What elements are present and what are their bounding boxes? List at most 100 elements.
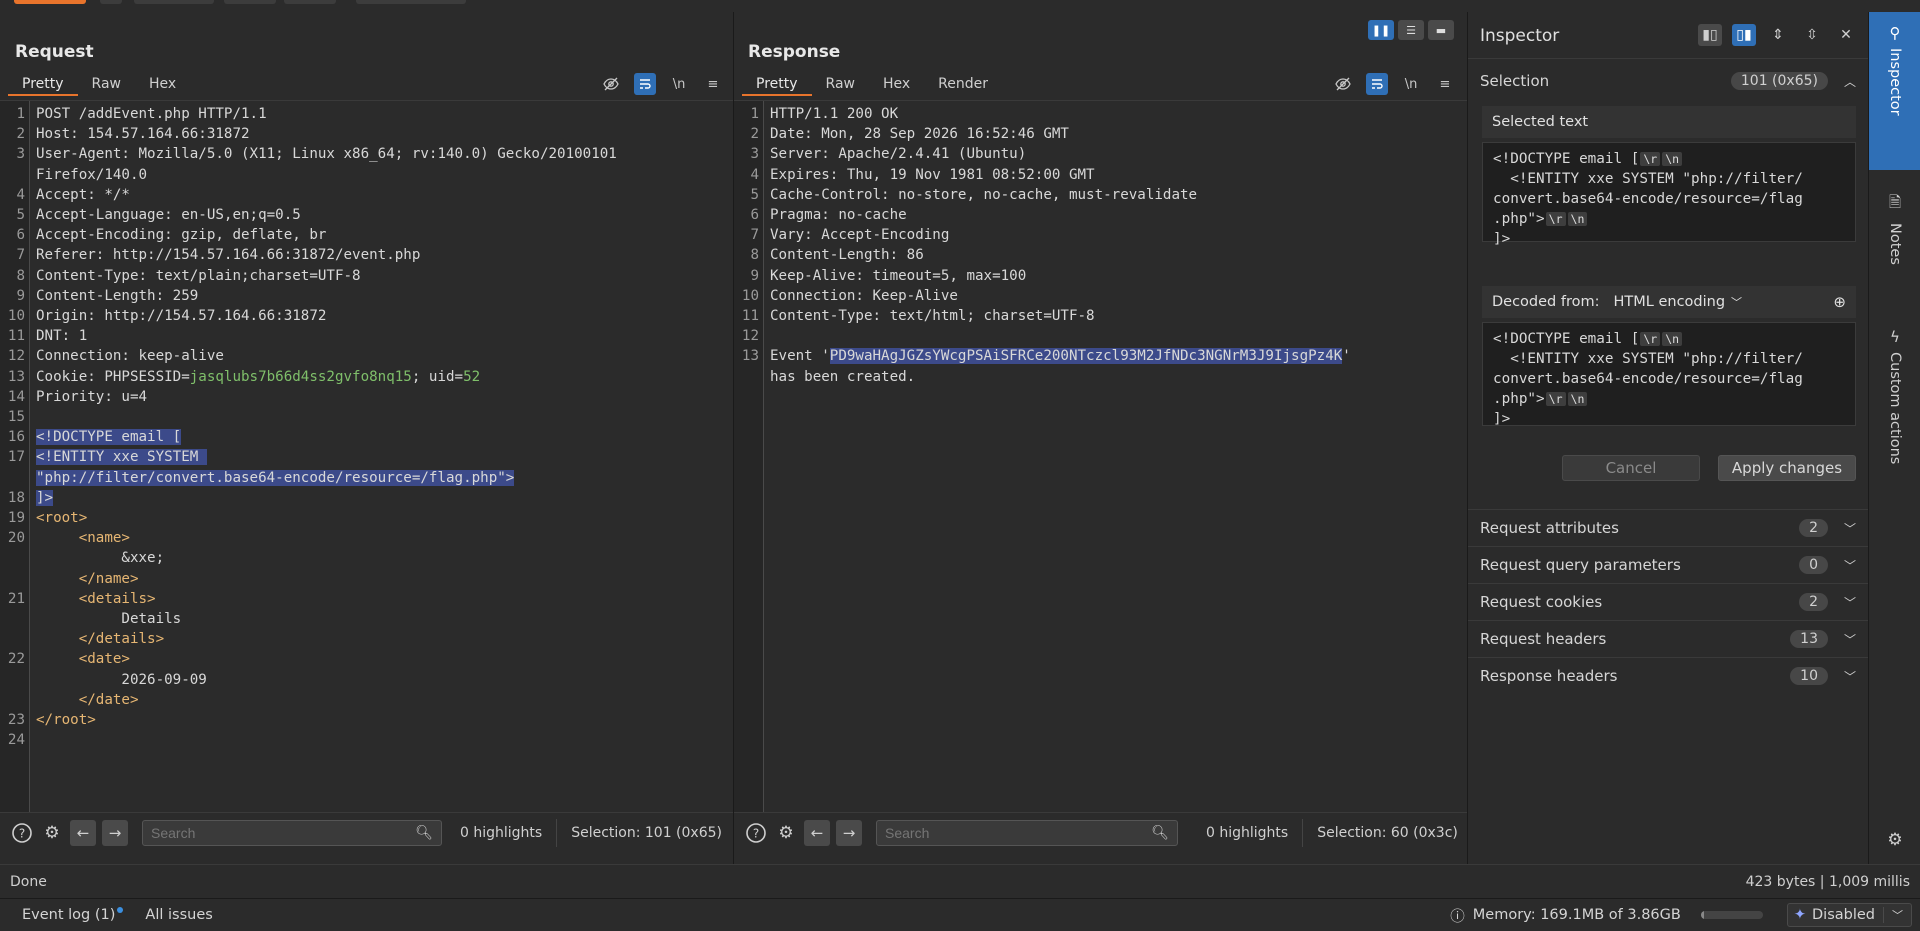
- code-token: Connection: Keep-Alive: [770, 287, 958, 304]
- inspector-section-request-headers[interactable]: Request headers 13 ﹀: [1468, 620, 1868, 657]
- hide-icon[interactable]: [600, 73, 622, 95]
- next-arrow-icon[interactable]: →: [836, 819, 862, 846]
- split-vertical-icon[interactable]: ☰: [1398, 20, 1424, 40]
- help-icon[interactable]: ?: [744, 821, 768, 845]
- newline-icon[interactable]: \n: [668, 73, 690, 95]
- response-search-input[interactable]: [885, 824, 1152, 841]
- sidebar-tab-notes[interactable]: 🗎 Notes: [1869, 192, 1920, 302]
- newline-icon[interactable]: \n: [1400, 73, 1422, 95]
- chevron-down-icon[interactable]: ﹀: [1844, 594, 1856, 611]
- chevron-down-icon[interactable]: ﹀: [1844, 668, 1856, 685]
- wrap-icon[interactable]: [634, 73, 656, 95]
- request-tab-raw[interactable]: Raw: [78, 72, 135, 96]
- previous-arrow-icon[interactable]: ←: [804, 819, 830, 846]
- code-line: 8 Content-Type: text/plain;charset=UTF-8: [0, 266, 733, 286]
- selected-text-box[interactable]: <!DOCTYPE email [\r \n <!ENTITY xxe SYSTE…: [1482, 142, 1856, 247]
- response-editor[interactable]: 1 HTTP/1.1 200 OK 2 Date: Mon, 28 Sep 2026 …: [734, 100, 1467, 812]
- ai-status-dropdown[interactable]: ✦ Disabled ﹀: [1786, 903, 1912, 927]
- code-token: ': [1342, 348, 1351, 365]
- code-token: has been created.: [770, 368, 916, 385]
- expand-all-icon[interactable]: ⇕: [1766, 24, 1790, 46]
- sidebar-tab-inspector[interactable]: ⚲ Inspector: [1869, 12, 1920, 170]
- request-tab-hex[interactable]: Hex: [135, 72, 190, 96]
- split-horizontal-icon[interactable]: ❚❚: [1368, 20, 1394, 40]
- response-tab-hex[interactable]: Hex: [869, 72, 924, 96]
- code-token: Priority: u=4: [36, 388, 148, 405]
- request-search-input[interactable]: [151, 824, 416, 841]
- chevron-down-icon[interactable]: ﹀: [1844, 631, 1856, 648]
- inspector-section-request-cookies[interactable]: Request cookies 2 ﹀: [1468, 583, 1868, 620]
- top-tab-active[interactable]: [14, 0, 86, 4]
- next-arrow-icon[interactable]: →: [102, 819, 128, 846]
- settings-gear-icon[interactable]: ⚙: [40, 821, 64, 845]
- all-issues-link[interactable]: All issues: [145, 907, 212, 923]
- sidebar-settings[interactable]: ⚙: [1869, 830, 1920, 854]
- line-number: 2: [750, 126, 759, 143]
- chevron-up-icon[interactable]: ︿: [1844, 73, 1856, 90]
- settings-gear-icon[interactable]: ⚙: [774, 821, 798, 845]
- lightning-icon: ϟ: [1890, 328, 1900, 346]
- selected-text-label: Selected text: [1492, 114, 1589, 130]
- code-token: Host: 154.57.164.66:31872: [36, 126, 250, 143]
- hide-icon[interactable]: [1332, 73, 1354, 95]
- response-tab-raw[interactable]: Raw: [812, 72, 869, 96]
- line-number: 13: [741, 348, 759, 365]
- code-token: Vary: Accept-Encoding: [770, 227, 950, 244]
- request-search[interactable]: 🔍︎: [142, 819, 442, 846]
- code-line: 18]>: [0, 488, 733, 508]
- inspector-selection-row[interactable]: Selection 101 (0x65) ︿: [1468, 58, 1868, 103]
- menu-icon[interactable]: ≡: [1434, 73, 1456, 95]
- response-stats: 423 bytes | 1,009 millis: [1745, 873, 1910, 890]
- code-token: Accept: */*: [36, 186, 130, 203]
- line-number: 10: [7, 308, 25, 325]
- chevron-down-icon[interactable]: ﹀: [1844, 557, 1856, 574]
- inspector-section-request-query-parameters[interactable]: Request query parameters 0 ﹀: [1468, 546, 1868, 583]
- tabs-layout-icon[interactable]: ▬: [1428, 20, 1454, 40]
- layout-left-icon[interactable]: ▮▯: [1698, 24, 1722, 46]
- inspector-section-response-headers[interactable]: Response headers 10 ﹀: [1468, 657, 1868, 694]
- collapse-all-icon[interactable]: ⇳: [1800, 24, 1824, 46]
- code-line: 7 Referer: http://154.57.164.66:31872/eve…: [0, 245, 733, 265]
- decoded-from-select[interactable]: HTML encoding ﹀: [1614, 294, 1743, 310]
- add-icon[interactable]: ⊕: [1833, 293, 1846, 311]
- sidebar-tab-custom-actions[interactable]: ϟ Custom actions: [1869, 328, 1920, 518]
- request-tab-pretty[interactable]: Pretty: [8, 72, 78, 96]
- top-tab[interactable]: [224, 0, 276, 4]
- code-token: User-Agent: Mozilla/5.0 (X11; Linux x86_…: [36, 146, 617, 163]
- code-token: Firefox/140.0: [36, 166, 148, 183]
- cancel-button[interactable]: Cancel: [1562, 455, 1700, 481]
- escape-char-badge: \r: [1640, 152, 1661, 166]
- wrap-icon[interactable]: [1366, 73, 1388, 95]
- code-token: Details: [36, 611, 182, 628]
- close-icon[interactable]: ✕: [1834, 24, 1858, 46]
- sidebar-tab-label: Notes: [1887, 223, 1903, 265]
- inspector-section-request-attributes[interactable]: Request attributes 2 ﹀: [1468, 509, 1868, 546]
- event-log-link[interactable]: Event log (1): [22, 907, 124, 923]
- status-text: Done: [10, 873, 47, 890]
- line-number: 20: [7, 530, 25, 547]
- layout-right-icon[interactable]: ▯▮: [1732, 24, 1756, 46]
- response-tab-pretty[interactable]: Pretty: [742, 72, 812, 96]
- code-text: Origin: http://154.57.164.66:31872: [28, 306, 326, 326]
- code-line: 5 Cache-Control: no-store, no-cache, must…: [734, 185, 1467, 205]
- help-icon[interactable]: ?: [10, 821, 34, 845]
- top-tab[interactable]: [134, 0, 214, 4]
- code-text: DNT: 1: [28, 326, 87, 346]
- response-search[interactable]: 🔍︎: [876, 819, 1178, 846]
- decoded-text-box[interactable]: <!DOCTYPE email [\r \n <!ENTITY xxe SYSTE…: [1482, 322, 1856, 427]
- code-line: </name>: [0, 569, 733, 589]
- response-tab-render[interactable]: Render: [924, 72, 1002, 96]
- line-number: 16: [7, 429, 25, 446]
- top-tab[interactable]: [284, 0, 336, 4]
- chevron-down-icon[interactable]: ﹀: [1844, 520, 1856, 537]
- menu-icon[interactable]: ≡: [702, 73, 724, 95]
- apply-changes-button[interactable]: Apply changes: [1718, 455, 1856, 481]
- escape-char-badge: \n: [1567, 392, 1588, 406]
- top-tab[interactable]: [100, 0, 122, 4]
- code-text: </name>: [28, 569, 139, 589]
- previous-arrow-icon[interactable]: ←: [70, 819, 96, 846]
- request-editor[interactable]: 1 POST /addEvent.php HTTP/1.1 2 Host: 154.5…: [0, 100, 733, 812]
- top-tab[interactable]: [356, 0, 466, 4]
